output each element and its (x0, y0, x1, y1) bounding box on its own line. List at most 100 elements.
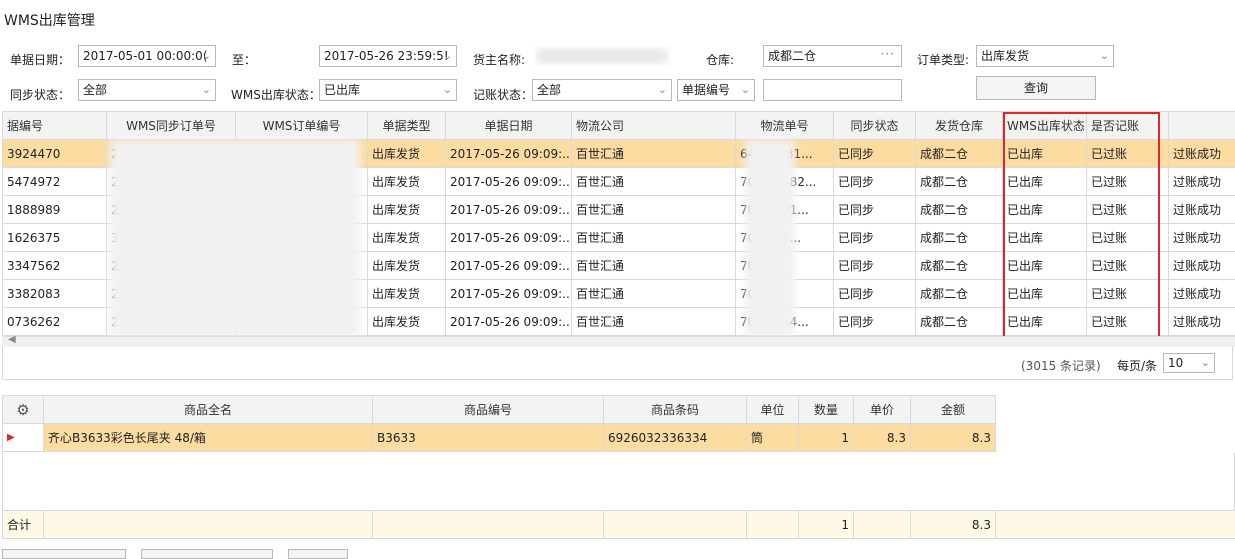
cell-posted: 已过账 (1087, 140, 1169, 168)
doc-no-type-select[interactable]: 单据编号 ⌄ (677, 79, 755, 101)
col-wms-order-no[interactable]: WMS订单编号 (236, 112, 368, 140)
doc-date-from-value: 2017-05-01 00:00:0( (83, 49, 208, 63)
doc-no-type-value: 单据编号 (682, 83, 730, 97)
cell-doc-type: 出库发货 (368, 308, 446, 336)
product-unit-price: 8.3 (854, 424, 911, 452)
cell-logistics-company: 百世汇通 (572, 196, 736, 224)
chevron-down-icon: ⌄ (443, 82, 452, 98)
more-icon[interactable]: ··· (881, 46, 895, 62)
col-quantity[interactable]: 数量 (799, 396, 854, 424)
chevron-down-icon: ⌄ (1201, 356, 1210, 370)
detail-header-row: ⚙ 商品全名 商品编号 商品条码 单位 数量 单价 金额 (3, 396, 996, 424)
cell-doc-date: 2017-05-26 09:09:... (446, 196, 572, 224)
cell-doc-no: 5474972 (3, 168, 107, 196)
cell-logistics-company: 百世汇通 (572, 252, 736, 280)
chevron-down-icon: ⌄ (443, 48, 452, 64)
row-pointer-icon: ▶ (3, 424, 44, 452)
cell-post-result: 过账成功 (1169, 308, 1235, 336)
sync-status-select[interactable]: 全部 ⌄ (78, 79, 216, 101)
per-page-label: 每页/条 (1117, 357, 1157, 374)
cell-sync-status: 已同步 (834, 280, 916, 308)
settings-gear-icon[interactable]: ⚙ (3, 396, 44, 424)
bottom-button-2[interactable] (141, 549, 273, 559)
account-status-select[interactable]: 全部 ⌄ (532, 79, 672, 101)
owner-field[interactable] (532, 45, 672, 67)
cell-doc-no: 3382083 (3, 280, 107, 308)
detail-total-row: 合计 1 8.3 (2, 510, 1235, 539)
col-product-code[interactable]: 商品编号 (373, 396, 604, 424)
product-quantity: 1 (799, 424, 854, 452)
col-wms-status[interactable]: WMS出库状态 (1003, 112, 1087, 140)
warehouse-value: 成都二仓 (768, 49, 816, 63)
total-quantity: 1 (799, 511, 854, 539)
col-sync-status[interactable]: 同步状态 (834, 112, 916, 140)
cell-posted: 已过账 (1087, 196, 1169, 224)
cell-logistics-company: 百世汇通 (572, 224, 736, 252)
col-posted[interactable]: 是否记账 (1087, 112, 1169, 140)
cell-post-result: 过账成功 (1169, 224, 1235, 252)
warehouse-label: 仓库: (706, 51, 734, 68)
product-code: B3633 (373, 424, 604, 452)
cell-warehouse: 成都二仓 (916, 140, 1003, 168)
cell-wms-status: 已出库 (1003, 168, 1087, 196)
bottom-button-1[interactable] (2, 549, 126, 559)
cell-doc-no: 1888989 (3, 196, 107, 224)
col-amount[interactable]: 金额 (911, 396, 996, 424)
cell-doc-no: 1626375 (3, 224, 107, 252)
col-wms-sync-order[interactable]: WMS同步订单号 (107, 112, 236, 140)
cell-logistics-company: 百世汇通 (572, 308, 736, 336)
cell-doc-date: 2017-05-26 09:09:... (446, 224, 572, 252)
wms-status-value: 已出库 (324, 83, 360, 97)
cell-doc-date: 2017-05-26 09:09:... (446, 280, 572, 308)
cell-logistics-company: 百世汇通 (572, 280, 736, 308)
cell-doc-date: 2017-05-26 09:09:... (446, 140, 572, 168)
cell-sync-status: 已同步 (834, 140, 916, 168)
col-product-name[interactable]: 商品全名 (44, 396, 373, 424)
col-warehouse[interactable]: 发货仓库 (916, 112, 1003, 140)
col-doc-type[interactable]: 单据类型 (368, 112, 446, 140)
cell-warehouse: 成都二仓 (916, 280, 1003, 308)
detail-row[interactable]: ▶ 齐心B3633彩色长尾夹 48/箱 B3633 6926032336334 … (3, 424, 996, 452)
col-barcode[interactable]: 商品条码 (604, 396, 747, 424)
sync-status-label: 同步状态： (10, 86, 70, 103)
per-page-select[interactable]: 10 ⌄ (1163, 353, 1215, 373)
wms-status-select[interactable]: 已出库 ⌄ (319, 79, 457, 101)
chevron-down-icon: ⌄ (741, 82, 750, 98)
warehouse-field[interactable]: 成都二仓 ··· (763, 45, 902, 67)
total-amount: 8.3 (911, 511, 996, 539)
col-unit-price[interactable]: 单价 (854, 396, 911, 424)
cell-wms-status: 已出库 (1003, 224, 1087, 252)
per-page-value: 10 (1168, 356, 1183, 370)
bottom-button-3[interactable] (288, 549, 348, 559)
doc-date-label: 单据日期： (10, 51, 70, 68)
doc-date-to-field[interactable]: 2017-05-26 23:59:5! ⌄ (319, 45, 457, 67)
cell-post-result: 过账成功 (1169, 252, 1235, 280)
detail-empty-area (2, 453, 1235, 510)
col-unit[interactable]: 单位 (747, 396, 799, 424)
account-status-value: 全部 (537, 83, 561, 97)
doc-date-from-field[interactable]: 2017-05-01 00:00:0( ⌄ (78, 45, 216, 67)
col-tracking-no[interactable]: 物流单号 (736, 112, 834, 140)
product-name: 齐心B3633彩色长尾夹 48/箱 (44, 424, 373, 452)
cell-doc-no: 3924470 (3, 140, 107, 168)
record-count: (3015 条记录) (1021, 357, 1101, 374)
doc-no-input[interactable] (763, 79, 902, 101)
sync-status-value: 全部 (83, 83, 107, 97)
order-type-select[interactable]: 出库发货 ⌄ (976, 45, 1114, 67)
scroll-left-icon[interactable]: ◀ (8, 334, 16, 345)
cell-logistics-company: 百世汇通 (572, 140, 736, 168)
owner-label: 货主名称: (473, 51, 525, 68)
redacted-owner (537, 49, 667, 63)
query-button[interactable]: 查询 (976, 76, 1096, 100)
cell-warehouse: 成都二仓 (916, 308, 1003, 336)
cell-doc-no: 0736262 (3, 308, 107, 336)
cell-warehouse: 成都二仓 (916, 224, 1003, 252)
table-header-row: 据编号 WMS同步订单号 WMS订单编号 单据类型 单据日期 物流公司 物流单号… (3, 112, 1235, 140)
col-doc-no[interactable]: 据编号 (3, 112, 107, 140)
product-amount: 8.3 (911, 424, 996, 452)
col-doc-date[interactable]: 单据日期 (446, 112, 572, 140)
col-post-result[interactable] (1169, 112, 1235, 140)
col-logistics-company[interactable]: 物流公司 (572, 112, 736, 140)
cell-doc-type: 出库发货 (368, 280, 446, 308)
cell-sync-status: 已同步 (834, 252, 916, 280)
